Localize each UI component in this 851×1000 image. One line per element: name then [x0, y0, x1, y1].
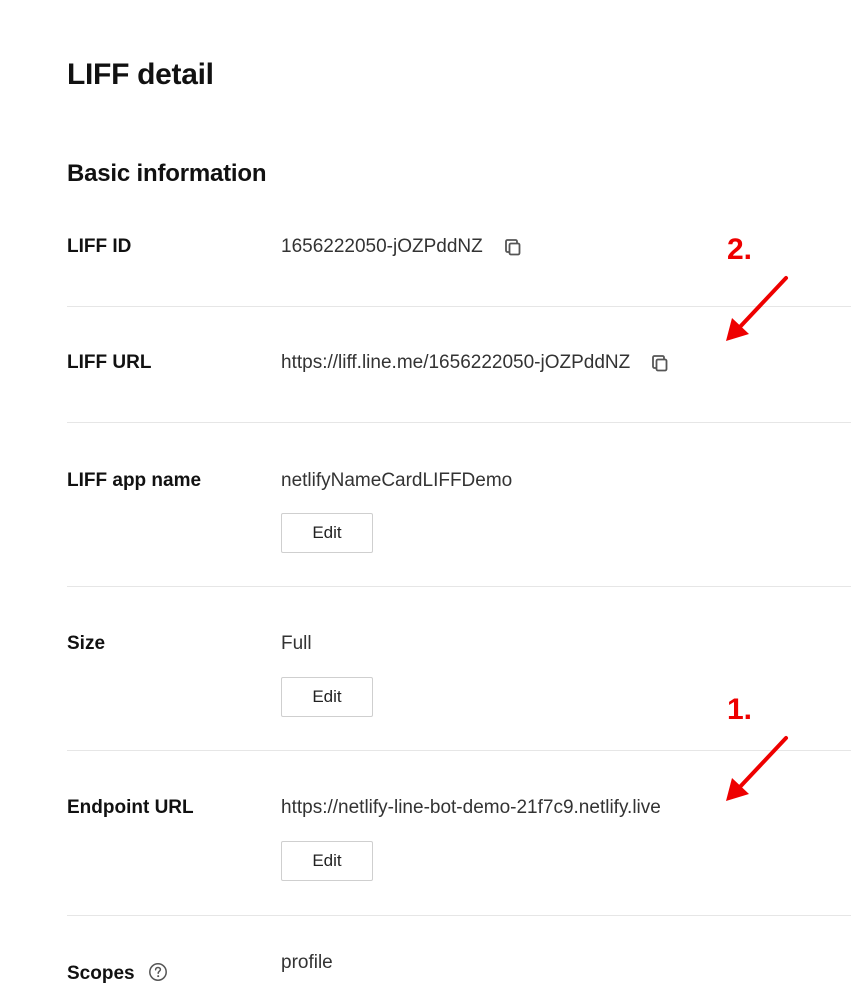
field-label: Size — [67, 633, 106, 654]
field-value: profile — [281, 952, 333, 974]
section-title: Basic information — [67, 160, 267, 187]
copy-icon[interactable] — [650, 353, 670, 373]
field-label: Endpoint URL — [67, 797, 194, 818]
field-label: LIFF URL — [67, 352, 152, 373]
divider — [67, 422, 851, 423]
scopes-label: Scopes — [67, 963, 135, 984]
edit-endpoint-url-button[interactable]: Edit — [281, 841, 373, 881]
endpoint-url-value: https://netlify-line-bot-demo-21f7c9.net… — [281, 797, 661, 818]
liff-id-value: 1656222050-jOZPddNZ — [281, 236, 483, 257]
field-label: Scopes — [67, 962, 168, 985]
edit-app-name-button[interactable]: Edit — [281, 513, 373, 553]
edit-size-button[interactable]: Edit — [281, 677, 373, 717]
annotation-number-2: 2. — [727, 233, 753, 266]
annotation-arrow-1 — [726, 736, 788, 801]
field-value: https://liff.line.me/1656222050-jOZPddNZ — [281, 352, 670, 374]
field-label: LIFF app name — [67, 470, 202, 491]
help-circle-icon[interactable] — [148, 962, 168, 982]
field-value: netlifyNameCardLIFFDemo — [281, 470, 512, 492]
annotation-arrow-2 — [726, 276, 788, 341]
size-value: Full — [281, 633, 312, 654]
scopes-value: profile — [281, 952, 333, 973]
field-value: Full — [281, 633, 312, 655]
field-value: https://netlify-line-bot-demo-21f7c9.net… — [281, 797, 661, 819]
liff-url-value: https://liff.line.me/1656222050-jOZPddNZ — [281, 352, 631, 373]
divider — [67, 915, 851, 916]
field-label: LIFF ID — [67, 236, 132, 257]
copy-icon[interactable] — [503, 237, 523, 257]
field-value: 1656222050-jOZPddNZ — [281, 236, 523, 258]
divider — [67, 586, 851, 587]
app-name-value: netlifyNameCardLIFFDemo — [281, 470, 513, 491]
annotation-number-1: 1. — [727, 693, 753, 726]
page-title: LIFF detail — [67, 58, 214, 91]
